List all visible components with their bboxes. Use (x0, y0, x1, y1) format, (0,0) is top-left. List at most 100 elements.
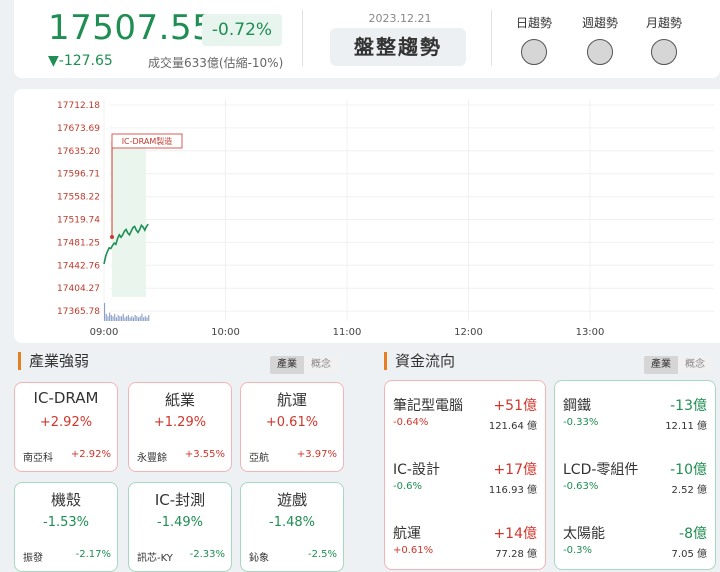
flow-volume: 77.28 億 (495, 549, 537, 560)
fund-flow-item[interactable]: 太陽能 -8億 -0.3% 7.05 億 (555, 523, 715, 572)
volume-bar (121, 316, 123, 321)
fund-inflow-list: 筆記型電腦 +51億 -0.64% 121.64 億 IC-設計 +17億 -0… (384, 380, 546, 570)
industry-toggle[interactable]: 產業 概念 (270, 356, 338, 374)
industry-top-stock-pct: +2.92% (70, 449, 111, 460)
industry-top-stock: 亞航 (249, 453, 269, 464)
volume-bar (104, 303, 106, 321)
industry-name: IC-封測 (154, 491, 206, 509)
industry-name: IC-DRAM (33, 389, 99, 407)
industry-pct: +0.61% (265, 415, 319, 430)
flow-pct: +0.61% (393, 545, 434, 556)
industry-top-stock: 永豐餘 (137, 453, 167, 464)
trend-daily-indicator (521, 39, 547, 65)
industry-top-stock: 南亞科 (23, 453, 53, 464)
flow-pct: -0.6% (393, 481, 423, 492)
industry-card[interactable]: 紙業 +1.29% 永豐餘 +3.55% (128, 382, 232, 472)
volume-bar (134, 315, 136, 321)
volume-bar (143, 317, 145, 321)
trend-monthly[interactable]: 月趨勢 (634, 14, 694, 65)
industry-card[interactable]: IC-DRAM +2.92% 南亞科 +2.92% (14, 382, 118, 472)
fund-flow-item[interactable]: LCD-零組件 -10億 -0.63% 2.52 億 (555, 459, 715, 509)
intraday-chart[interactable]: 17712.18 17673.69 17635.20 17596.71 17558.22… (14, 89, 720, 343)
volume-bar (131, 316, 133, 321)
flow-industry-name: 太陽能 (563, 526, 605, 542)
industry-card[interactable]: 遊戲 -1.48% 鈊象 -2.5% (240, 482, 344, 572)
fund-flow-item[interactable]: 航運 +14億 +0.61% 77.28 億 (385, 523, 545, 572)
flow-pct: -0.3% (563, 545, 593, 556)
y-tick-label: 17596.71 (57, 170, 100, 180)
volume-bar (114, 313, 116, 321)
y-tick-label: 17519.74 (57, 216, 100, 226)
volume-bar (144, 316, 146, 321)
industry-section-title: 產業強弱 (18, 352, 89, 370)
industry-pct: -1.53% (43, 515, 89, 530)
fund-outflow-list: 鋼鐵 -13億 -0.33% 12.11 億 LCD-零組件 -10億 -0.6… (554, 380, 716, 570)
trend-monthly-indicator (651, 39, 677, 65)
header-divider (302, 10, 303, 66)
x-tick-label: 11:00 (333, 327, 362, 338)
volume-bar (148, 315, 150, 321)
flow-volume: 2.52 億 (671, 485, 707, 496)
flow-pct: -0.33% (563, 417, 599, 428)
industry-card[interactable]: 航運 +0.61% 亞航 +3.97% (240, 382, 344, 472)
y-tick-label: 17673.69 (57, 124, 100, 134)
flow-volume: 121.64 億 (488, 421, 537, 432)
volume-bar (124, 317, 126, 321)
flow-volume: 116.93 億 (488, 485, 537, 496)
trend-weekly[interactable]: 週趨勢 (570, 14, 630, 65)
volume-bar (117, 315, 119, 321)
volume-bar (122, 313, 124, 321)
industry-toggle-concept[interactable]: 概念 (304, 356, 338, 374)
volume-bar (146, 317, 148, 321)
industry-card[interactable]: IC-封測 -1.49% 訊芯-KY -2.33% (128, 482, 232, 572)
fund-flow-item[interactable]: 筆記型電腦 +51億 -0.64% 121.64 億 (385, 395, 545, 445)
x-tick-label: 09:00 (90, 327, 119, 338)
volume-bar (112, 316, 114, 321)
fund-flow-item[interactable]: 鋼鐵 -13億 -0.33% 12.11 億 (555, 395, 715, 445)
y-tick-label: 17481.25 (57, 238, 100, 248)
flow-amount: -10億 (670, 462, 707, 478)
annotation-highlight (112, 141, 146, 297)
fund-flow-item[interactable]: IC-設計 +17億 -0.6% 116.93 億 (385, 459, 545, 509)
industry-top-stock-pct: -2.17% (75, 549, 111, 560)
fund-flow-toggle-industry[interactable]: 產業 (644, 356, 678, 374)
industry-card[interactable]: 機殼 -1.53% 振發 -2.17% (14, 482, 118, 572)
fund-flow-section-title: 資金流向 (384, 352, 455, 370)
industry-top-stock-pct: -2.5% (307, 549, 337, 560)
fund-flow-toggle[interactable]: 產業 概念 (644, 356, 712, 374)
y-tick-label: 17635.20 (57, 147, 100, 157)
index-price: 17507.55 (48, 8, 215, 48)
industry-pct: -1.49% (157, 515, 203, 530)
volume-bar (132, 317, 134, 321)
trend-daily[interactable]: 日趨勢 (504, 14, 564, 65)
industry-top-stock: 振發 (23, 553, 43, 564)
fund-flow-toggle-concept[interactable]: 概念 (678, 356, 712, 374)
flow-industry-name: 航運 (393, 526, 421, 542)
industry-name: 航運 (276, 391, 307, 409)
flow-amount: +51億 (493, 398, 537, 414)
intraday-chart-svg: 17712.18 17673.69 17635.20 17596.71 17558.22… (57, 99, 714, 338)
flow-industry-name: 鋼鐵 (563, 398, 591, 414)
volume-bar (109, 312, 111, 321)
trend-weekly-label: 週趨勢 (581, 16, 618, 30)
industry-pct: -1.48% (269, 515, 315, 530)
industry-name: 紙業 (164, 391, 195, 409)
volume-bar (110, 315, 112, 321)
trend-daily-label: 日趨勢 (515, 16, 552, 30)
flow-volume: 7.05 億 (671, 549, 707, 560)
trade-volume: 成交量633億(估縮-10%) (148, 56, 284, 70)
industry-toggle-industry[interactable]: 產業 (270, 356, 304, 374)
volume-bar (136, 316, 138, 321)
flow-pct: -0.64% (393, 417, 429, 428)
flow-pct: -0.63% (563, 481, 599, 492)
flow-industry-name: IC-設計 (393, 462, 440, 478)
annotation-marker-dot (110, 235, 114, 239)
y-tick-label: 17558.22 (57, 193, 100, 203)
index-header: 17507.55 -0.72% ▼-127.65 成交量633億(估縮-10%)… (14, 0, 720, 78)
flow-amount: +14億 (493, 526, 537, 542)
y-tick-label: 17712.18 (57, 101, 100, 111)
flow-industry-name: LCD-零組件 (563, 462, 639, 478)
volume-bar (139, 316, 141, 321)
flow-industry-name: 筆記型電腦 (393, 398, 463, 414)
volume-bar (127, 315, 129, 321)
